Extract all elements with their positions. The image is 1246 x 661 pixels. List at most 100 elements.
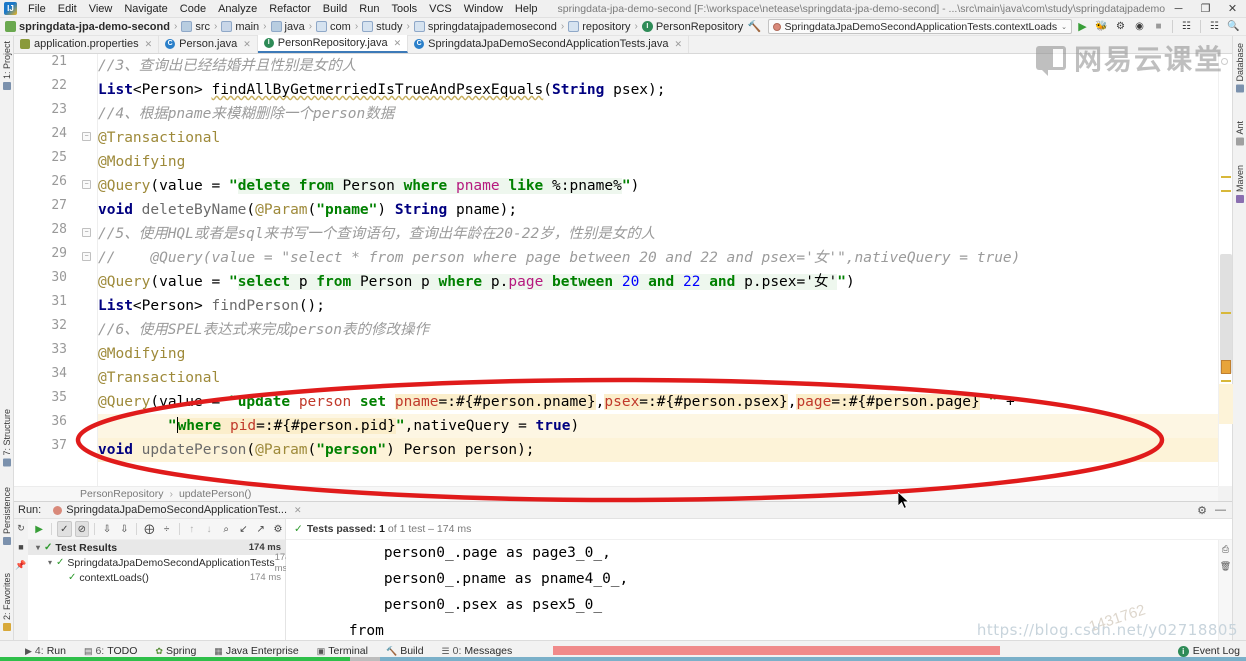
fold-marker-icon[interactable]: −: [82, 180, 91, 189]
sort-by-duration-icon[interactable]: ⇩: [117, 521, 131, 537]
maximize-button[interactable]: ❐: [1192, 0, 1219, 18]
status-item-java-enterprise[interactable]: ▦ Java Enterprise: [205, 645, 307, 657]
scrollbar-thumb[interactable]: [1220, 254, 1232, 374]
editor-gutter[interactable]: 21 22 23 24 25 26 27 28 29 30 31 32 33 3…: [14, 54, 98, 486]
menu-item-window[interactable]: Window: [458, 2, 509, 16]
close-icon[interactable]: ✕: [145, 39, 153, 50]
test-tree-row-contextloads[interactable]: ✓ contextLoads() 174 ms: [28, 570, 285, 585]
close-icon[interactable]: ✕: [294, 505, 302, 516]
chevron-down-icon[interactable]: ▾: [32, 543, 44, 552]
test-tree-row-suite[interactable]: ▾ ✓ SpringdataJpaDemoSecondApplicationTe…: [28, 552, 290, 574]
breadcrumb-item-com[interactable]: com: [316, 21, 351, 33]
pin-icon[interactable]: 📌: [15, 560, 26, 571]
code-text-area[interactable]: //3、查询出已经结婚并且性别是女的人 List<Person> findAll…: [98, 54, 1218, 486]
updates-icon[interactable]: ☷: [1178, 19, 1195, 35]
sidebar-item-structure[interactable]: 7: Structure: [0, 406, 14, 470]
rerun-tests-icon[interactable]: ▶: [32, 521, 46, 537]
close-button[interactable]: ✕: [1219, 0, 1246, 18]
rerun-icon[interactable]: ↻: [17, 523, 25, 534]
expand-all-icon[interactable]: ⨁: [142, 521, 156, 537]
status-item-messages[interactable]: ☰ 0: Messages: [433, 645, 522, 657]
stop-process-icon[interactable]: ■: [18, 542, 23, 552]
fold-marker-icon[interactable]: −: [82, 252, 91, 261]
search-tests-icon[interactable]: ⌕: [219, 521, 233, 537]
menu-item-code[interactable]: Code: [174, 2, 212, 16]
show-passed-icon[interactable]: ✓: [57, 521, 72, 537]
run-configuration-selector[interactable]: SpringdataJpaDemoSecondApplicationTests.…: [767, 19, 1072, 34]
editor-breadcrumb-class[interactable]: PersonRepository: [80, 488, 163, 500]
close-icon[interactable]: ✕: [675, 39, 683, 50]
status-item-build[interactable]: 🔨 Build: [377, 645, 433, 657]
close-icon[interactable]: ✕: [394, 38, 402, 49]
sidebar-item-project[interactable]: 1: Project: [0, 38, 14, 93]
delete-icon[interactable]: 🗑: [1220, 561, 1231, 572]
tab-springdatajpademosecondapplicationtests-java[interactable]: C SpringdataJpaDemoSecondApplicationTest…: [408, 35, 690, 53]
menu-item-navigate[interactable]: Navigate: [118, 2, 173, 16]
menu-item-run[interactable]: Run: [353, 2, 385, 16]
stop-icon[interactable]: ■: [1150, 19, 1167, 35]
debug-icon[interactable]: 🐝: [1093, 19, 1110, 35]
chevron-down-icon[interactable]: ▾: [44, 558, 56, 567]
breadcrumb-item-main[interactable]: main: [221, 21, 259, 33]
run-with-coverage-icon[interactable]: ⚙: [1112, 19, 1129, 35]
editor-scroll-gutter[interactable]: [1218, 54, 1233, 486]
menu-item-view[interactable]: View: [83, 2, 119, 16]
collapse-all-icon[interactable]: ÷: [160, 521, 174, 537]
status-item-terminal[interactable]: ▣ Terminal: [308, 645, 377, 657]
event-log-button[interactable]: i Event Log: [1177, 645, 1240, 657]
run-icon[interactable]: ▶: [1074, 19, 1091, 35]
sort-alphabetically-icon[interactable]: ⇩: [100, 521, 114, 537]
menu-item-refactor[interactable]: Refactor: [263, 2, 317, 16]
status-item-run[interactable]: ▶ 4: Run: [16, 645, 75, 657]
status-item-todo[interactable]: ▤ 6: TODO: [75, 645, 146, 657]
profile-icon[interactable]: ◉: [1131, 19, 1148, 35]
warning-marker[interactable]: [1221, 190, 1231, 192]
menu-item-help[interactable]: Help: [509, 2, 544, 16]
console-output-panel[interactable]: ✓ Tests passed: 1 of 1 test – 174 ms per…: [286, 519, 1232, 641]
tab-personrepository-java[interactable]: I PersonRepository.java ✕: [257, 35, 409, 53]
sidebar-item-database[interactable]: Database: [1233, 40, 1246, 96]
breadcrumb-item-repository[interactable]: repository: [568, 21, 631, 33]
fold-marker-icon[interactable]: −: [82, 132, 91, 141]
status-item-spring[interactable]: ✿ Spring: [146, 645, 205, 657]
gear-icon[interactable]: ⚙: [1197, 504, 1207, 517]
menu-item-build[interactable]: Build: [317, 2, 353, 16]
warning-marker[interactable]: [1221, 176, 1231, 178]
test-settings-icon[interactable]: ⚙: [271, 521, 285, 537]
menu-item-file[interactable]: File: [22, 2, 52, 16]
sidebar-item-maven[interactable]: Maven: [1233, 162, 1246, 206]
menu-item-edit[interactable]: Edit: [52, 2, 83, 16]
sidebar-item-persistence[interactable]: Persistence: [0, 484, 14, 548]
warning-marker[interactable]: [1221, 312, 1231, 314]
tab-person-java[interactable]: C Person.java ✕: [159, 35, 258, 53]
breadcrumb-item-springdatajpademosecond[interactable]: springdatajpademosecond: [413, 21, 557, 33]
editor-breadcrumb-method[interactable]: updatePerson(): [179, 488, 251, 500]
previous-failed-icon[interactable]: ↑: [185, 521, 199, 537]
export-tests-icon[interactable]: ↗: [254, 521, 268, 537]
menu-item-vcs[interactable]: VCS: [423, 2, 458, 16]
show-ignored-icon[interactable]: ⊘: [74, 521, 90, 537]
breadcrumb-item-src[interactable]: src: [181, 21, 210, 33]
fold-marker-icon[interactable]: −: [82, 228, 91, 237]
breadcrumb-item-personrepository[interactable]: I PersonRepository: [641, 21, 743, 33]
hammer-icon[interactable]: 🔨: [748, 20, 762, 33]
test-tree-row-results[interactable]: ▾ ✓ Test Results 174 ms: [28, 540, 285, 555]
hide-icon[interactable]: —: [1215, 504, 1226, 516]
breadcrumb-item-java[interactable]: java: [270, 21, 305, 33]
breadcrumb-item-project[interactable]: springdata-jpa-demo-second: [5, 21, 170, 33]
run-panel-tab[interactable]: SpringdataJpaDemoSecondApplicationTest..…: [49, 504, 305, 516]
error-marker[interactable]: [1221, 360, 1231, 374]
minimize-button[interactable]: ─: [1165, 0, 1192, 18]
close-icon[interactable]: ✕: [243, 39, 251, 50]
code-editor[interactable]: 21 22 23 24 25 26 27 28 29 30 31 32 33 3…: [14, 54, 1218, 486]
menu-item-analyze[interactable]: Analyze: [212, 2, 263, 16]
layout-icon[interactable]: ☷: [1206, 19, 1223, 35]
search-icon[interactable]: 🔍: [1225, 19, 1242, 35]
next-failed-icon[interactable]: ↓: [202, 521, 216, 537]
tab-application-properties[interactable]: application.properties ✕: [14, 35, 160, 53]
breadcrumb-item-study[interactable]: study: [362, 21, 402, 33]
import-tests-icon[interactable]: ↙: [236, 521, 250, 537]
print-icon[interactable]: ⎙: [1222, 544, 1229, 555]
warning-marker[interactable]: [1221, 380, 1231, 382]
sidebar-item-favorites[interactable]: 2: Favorites: [0, 570, 14, 634]
